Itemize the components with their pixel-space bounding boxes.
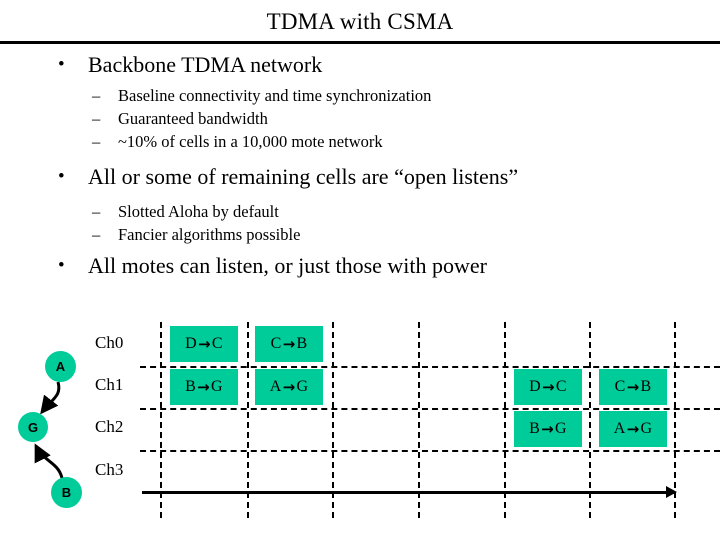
- tdma-schedule-diagram: Ch0 Ch1 Ch2 Ch3 D→C C→B B→G A→G: [0, 0, 720, 540]
- node-label: B: [61, 485, 72, 500]
- node-label: G: [27, 419, 39, 435]
- network-node-b: B: [51, 477, 82, 508]
- link-a-to-g: [40, 381, 61, 415]
- network-node-g: G: [18, 412, 48, 442]
- slide: TDMA with CSMA • Backbone TDMA network –…: [0, 0, 720, 540]
- link-b-to-g: [34, 443, 64, 479]
- node-label: A: [55, 359, 66, 374]
- network-links: [34, 381, 64, 479]
- network-node-a: A: [45, 351, 76, 382]
